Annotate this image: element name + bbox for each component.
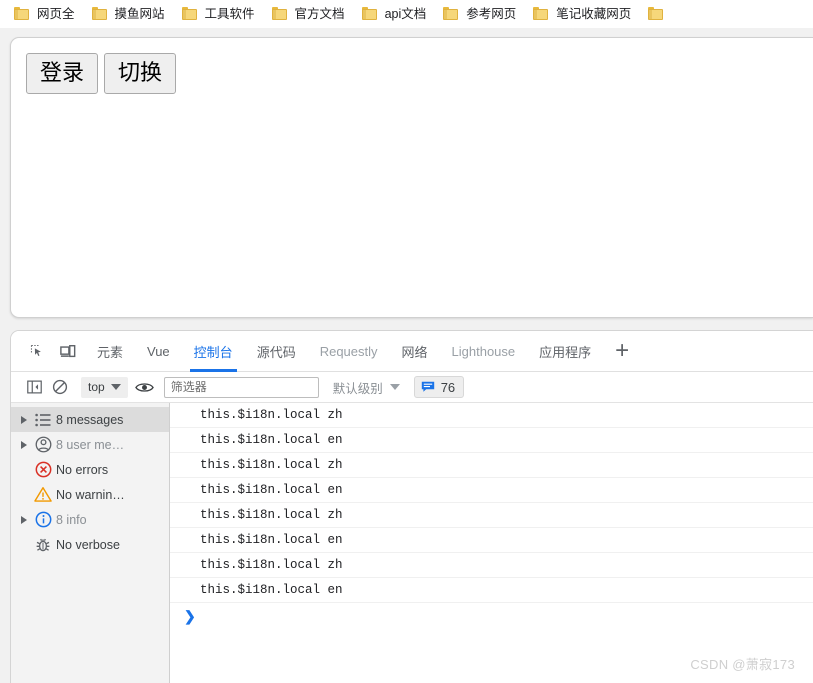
bookmark-item[interactable]: api文档 [361,6,427,21]
console-sidebar-label: No errors [56,462,109,477]
tab-控制台[interactable]: 控制台 [182,331,245,372]
message-count-label: 76 [440,379,456,395]
log-level-label: 默认级别 [332,381,383,396]
add-panel-button[interactable]: + [603,331,641,372]
console-sidebar: 8 messages 8 user me… No errors No warnin… 8… [11,403,170,683]
devtools-tab-list: 元素 Vue 控制台 源代码 Requestly 网络 Lighthouse 应用程序 [85,331,603,372]
folder-icon [443,7,459,21]
console-toolbar: top 默认级别 76 [11,372,813,403]
bookmark-label: 网页全 [37,6,75,21]
page-viewport: 登录 切换 [10,37,813,318]
execution-context-selector[interactable]: top [81,376,128,398]
inspect-element-icon[interactable] [23,337,51,365]
speech-bubble-icon [421,381,434,392]
bookmark-label: 笔记收藏网页 [556,6,632,21]
device-toolbar-icon[interactable] [54,337,82,365]
chevron-down-icon [389,384,400,390]
console-sidebar-label: 8 info [56,512,87,527]
bookmark-label: 摸鱼网站 [114,6,165,21]
folder-icon [361,7,378,21]
console-sidebar-row[interactable]: 8 messages [11,407,169,432]
console-log-line: this.$i18n.local en [170,478,813,503]
console-sidebar-label: No verbose [56,537,120,552]
tab-Lighthouse[interactable]: Lighthouse [440,331,528,372]
console-sidebar-row[interactable]: No warnin… [11,482,169,507]
info-icon [30,511,56,528]
console-sidebar-row[interactable]: No verbose [11,532,169,557]
folder-icon [181,7,198,21]
execution-context-label: top [88,380,105,394]
bookmark-item[interactable]: 笔记收藏网页 [533,7,631,21]
page-button-row: 登录 切换 [26,53,177,95]
tab-Vue[interactable]: Vue [135,331,182,372]
console-sidebar-label: 8 user me… [56,437,125,452]
console-log-area[interactable]: this.$i18n.local zh this.$i18n.local en th… [170,403,813,683]
bookmark-label: 工具软件 [204,6,255,21]
tab-元素[interactable]: 元素 [85,331,135,372]
bookmark-label: api文档 [384,6,427,21]
console-sidebar-label: No warnin… [56,487,125,502]
eye-icon[interactable] [132,374,158,400]
devtools-panel: 元素 Vue 控制台 源代码 Requestly 网络 Lighthouse 应用程序 + t… [10,330,813,683]
folder-icon [533,7,549,21]
console-sidebar-row[interactable]: 8 info [11,507,169,532]
devtools-tabstrip: 元素 Vue 控制台 源代码 Requestly 网络 Lighthouse 应用程序 + [11,331,813,372]
bookmark-label: 官方文档 [294,6,345,21]
log-level-selector[interactable]: 默认级别 [333,378,400,397]
folder-icon [271,7,288,21]
bookmark-item[interactable]: 参考网页 [443,7,516,21]
console-body: 8 messages 8 user me… No errors No warnin… 8… [11,403,813,683]
console-log-line: this.$i18n.local zh [170,453,813,478]
bookmark-item[interactable] [648,7,671,21]
warning-icon [30,486,56,503]
bookmarks-bar: 网页全 摸鱼网站 工具软件 官方文档 api文档 参考网页 笔记收藏网页 [0,0,813,28]
console-log-line: this.$i18n.local en [170,528,813,553]
switch-language-button[interactable]: 切换 [104,53,177,95]
folder-icon [14,7,30,21]
verbose-bug-icon [30,537,56,553]
console-log-line: this.$i18n.local en [170,428,813,453]
tab-网络[interactable]: 网络 [390,331,440,372]
console-log-line: this.$i18n.local en [170,578,813,603]
user-icon [30,436,56,453]
bookmark-item[interactable]: 官方文档 [271,6,345,21]
console-sidebar-row[interactable]: No errors [11,457,169,482]
list-icon [30,413,56,427]
folder-icon [91,7,108,21]
expand-arrow-icon[interactable] [17,515,30,524]
bookmark-item[interactable]: 工具软件 [181,6,255,21]
message-count-badge[interactable]: 76 [413,376,465,398]
clear-console-icon[interactable] [47,374,73,400]
tab-应用程序[interactable]: 应用程序 [527,331,603,372]
expand-arrow-icon[interactable] [17,415,30,424]
browser-window: 网页全 摸鱼网站 工具软件 官方文档 api文档 参考网页 笔记收藏网页 登录 切换 [0,0,813,683]
console-log-line: this.$i18n.local zh [170,403,813,428]
console-log-line: this.$i18n.local zh [170,503,813,528]
login-button[interactable]: 登录 [26,53,99,95]
expand-arrow-icon[interactable] [17,440,30,449]
bookmark-item[interactable]: 网页全 [14,7,75,21]
bookmark-label: 参考网页 [466,6,517,21]
tab-Requestly[interactable]: Requestly [308,331,390,372]
bookmark-item[interactable]: 摸鱼网站 [91,6,165,21]
sidebar-toggle-icon[interactable] [21,374,47,400]
console-sidebar-label: 8 messages [56,412,124,427]
console-prompt[interactable]: ❯ [170,603,813,629]
console-log-line: this.$i18n.local zh [170,553,813,578]
console-sidebar-row[interactable]: 8 user me… [11,432,169,457]
error-icon [30,461,56,478]
tab-源代码[interactable]: 源代码 [245,331,308,372]
console-filter-input[interactable] [163,376,319,398]
chevron-down-icon [110,384,121,390]
folder-icon [648,7,664,21]
